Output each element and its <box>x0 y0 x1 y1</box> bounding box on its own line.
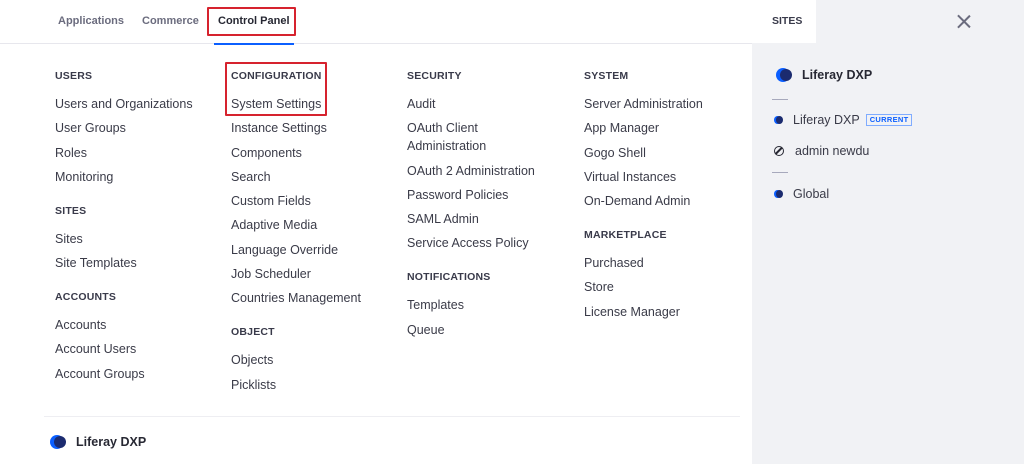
section-title: CONFIGURATION <box>231 70 322 82</box>
section-title: USERS <box>55 70 93 82</box>
divider <box>772 172 788 173</box>
link-gogo-shell[interactable]: Gogo Shell <box>584 144 754 162</box>
link-templates[interactable]: Templates <box>407 296 577 314</box>
user-personal-site-icon <box>774 146 784 156</box>
section-notifications: NOTIFICATIONS Templates Queue <box>407 270 577 338</box>
link-picklists[interactable]: Picklists <box>231 376 401 394</box>
section-title: OBJECT <box>231 326 275 339</box>
current-badge: CURRENT <box>865 114 913 126</box>
link-adaptive-media[interactable]: Adaptive Media <box>231 216 401 234</box>
link-instance-settings[interactable]: Instance Settings <box>231 119 401 137</box>
link-sites[interactable]: Sites <box>55 230 225 248</box>
link-objects[interactable]: Objects <box>231 351 401 369</box>
link-monitoring[interactable]: Monitoring <box>55 168 225 186</box>
close-icon[interactable] <box>954 12 974 32</box>
link-components[interactable]: Components <box>231 144 401 162</box>
liferay-logo-icon <box>50 434 66 450</box>
section-title: NOTIFICATIONS <box>407 271 491 284</box>
section-configuration: CONFIGURATION System Settings Instance S… <box>231 69 401 307</box>
link-site-templates[interactable]: Site Templates <box>55 254 225 272</box>
link-language-override[interactable]: Language Override <box>231 241 401 259</box>
link-roles[interactable]: Roles <box>55 144 225 162</box>
menu-column-1: USERS Users and Organizations User Group… <box>55 60 225 389</box>
link-accounts[interactable]: Accounts <box>55 316 225 334</box>
link-search[interactable]: Search <box>231 168 401 186</box>
section-title: ACCOUNTS <box>55 291 117 304</box>
section-title: SECURITY <box>407 70 462 82</box>
link-saml-admin[interactable]: SAML Admin <box>407 210 577 228</box>
link-app-manager[interactable]: App Manager <box>584 119 754 137</box>
site-item-liferay-dxp[interactable]: Liferay DXP CURRENT <box>774 111 913 129</box>
section-title: MARKETPLACE <box>584 229 667 242</box>
tab-applications[interactable]: Applications <box>58 0 124 44</box>
link-users-and-organizations[interactable]: Users and Organizations <box>55 95 225 113</box>
link-virtual-instances[interactable]: Virtual Instances <box>584 168 754 186</box>
section-accounts: ACCOUNTS Accounts Account Users Account … <box>55 290 225 383</box>
link-password-policies[interactable]: Password Policies <box>407 186 577 204</box>
tab-commerce[interactable]: Commerce <box>142 0 199 44</box>
active-tab-indicator <box>214 43 294 45</box>
tab-control-panel[interactable]: Control Panel <box>214 0 294 45</box>
top-tabs: Applications Commerce Control Panel <box>0 0 752 45</box>
footer-brand-label: Liferay DXP <box>76 435 147 449</box>
current-site-heading[interactable]: Liferay DXP <box>776 66 872 84</box>
section-marketplace: MARKETPLACE Purchased Store License Mana… <box>584 228 754 321</box>
footer-divider <box>44 416 740 417</box>
section-title: SYSTEM <box>584 70 629 82</box>
site-item-admin-newdu[interactable]: admin newdu <box>774 142 869 160</box>
section-system: SYSTEM Server Administration App Manager… <box>584 69 754 210</box>
link-purchased[interactable]: Purchased <box>584 254 754 272</box>
link-account-users[interactable]: Account Users <box>55 340 225 358</box>
section-title: SITES <box>55 204 87 217</box>
link-server-administration[interactable]: Server Administration <box>584 95 754 113</box>
sites-panel-tab[interactable]: SITES <box>752 0 816 43</box>
link-user-groups[interactable]: User Groups <box>55 119 225 137</box>
link-store[interactable]: Store <box>584 278 754 296</box>
sites-panel: SITES Liferay DXP Liferay DXP CURRENT ad… <box>752 0 1024 464</box>
current-site-label: Liferay DXP <box>802 68 873 82</box>
sites-panel-header: SITES <box>752 0 1024 43</box>
link-custom-fields[interactable]: Custom Fields <box>231 192 401 210</box>
link-license-manager[interactable]: License Manager <box>584 303 754 321</box>
menu-column-3: SECURITY Audit OAuth Client Administrati… <box>407 60 577 345</box>
link-on-demand-admin[interactable]: On-Demand Admin <box>584 192 754 210</box>
link-countries-management[interactable]: Countries Management <box>231 289 401 307</box>
site-dot-icon <box>774 116 783 124</box>
tab-control-panel-label: Control Panel <box>218 15 290 27</box>
divider <box>772 99 788 100</box>
link-oauth-client-administration[interactable]: OAuth Client Administration <box>407 119 557 155</box>
link-system-settings[interactable]: System Settings <box>231 95 401 113</box>
link-audit[interactable]: Audit <box>407 95 577 113</box>
section-object: OBJECT Objects Picklists <box>231 325 401 393</box>
site-dot-icon <box>774 190 783 198</box>
liferay-logo-icon <box>776 67 792 83</box>
section-sites: SITES Sites Site Templates <box>55 204 225 272</box>
link-account-groups[interactable]: Account Groups <box>55 365 225 383</box>
site-item-label: admin newdu <box>795 144 870 158</box>
link-queue[interactable]: Queue <box>407 321 577 339</box>
site-item-label: Liferay DXP <box>793 113 860 127</box>
section-users: USERS Users and Organizations User Group… <box>55 69 225 186</box>
link-service-access-policy[interactable]: Service Access Policy <box>407 234 577 252</box>
site-item-label: Global <box>793 187 830 201</box>
site-item-global[interactable]: Global <box>774 185 829 203</box>
link-oauth2-administration[interactable]: OAuth 2 Administration <box>407 162 577 180</box>
section-security: SECURITY Audit OAuth Client Administrati… <box>407 69 577 252</box>
menu-column-4: SYSTEM Server Administration App Manager… <box>584 60 754 327</box>
footer-brand[interactable]: Liferay DXP <box>50 432 146 452</box>
link-job-scheduler[interactable]: Job Scheduler <box>231 265 401 283</box>
menu-column-2: CONFIGURATION System Settings Instance S… <box>231 60 401 400</box>
